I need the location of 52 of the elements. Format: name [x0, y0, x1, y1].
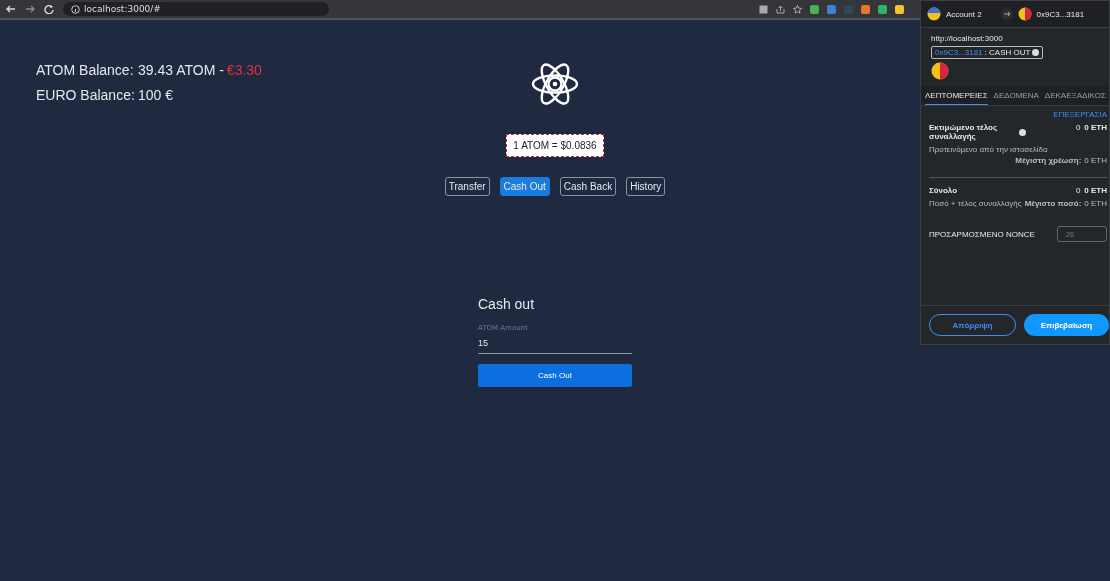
- max-value: 0 ETH: [1084, 199, 1107, 208]
- back-icon: [6, 4, 16, 14]
- share-icon: [776, 4, 785, 14]
- section-title: Σύνολο: [929, 186, 959, 195]
- nav-button[interactable]: Transfer: [444, 177, 490, 196]
- max-label: Μέγιστο ποσό:: [1024, 199, 1082, 208]
- reload-icon: [44, 4, 54, 14]
- info-icon: [71, 4, 80, 14]
- extension-icon[interactable]: [810, 4, 819, 14]
- account-avatar-icon: [927, 7, 941, 21]
- extension-icon[interactable]: [827, 4, 836, 14]
- wallet-tab[interactable]: ΔΕΚΑΕΞΑΔΙΚΟΣ: [1044, 86, 1106, 105]
- atom-icon: [531, 60, 579, 108]
- recipient-address[interactable]: 0x9C3...3181: [1036, 9, 1085, 19]
- token-avatar-icon: [931, 62, 949, 80]
- max-value: 0 ETH: [1084, 156, 1107, 165]
- fiat-amount: 0: [1075, 186, 1081, 195]
- nav-button[interactable]: Cash Back: [559, 177, 617, 196]
- fiat-amount: 0: [1075, 123, 1081, 134]
- star-icon: [793, 4, 802, 14]
- price-label: 1 ATOM = $0.0836: [506, 134, 604, 157]
- max-label: Μέγιστη χρέωση:: [1015, 156, 1082, 165]
- nonce-label: ΠΡΟΣΑΡΜΟΣΜΕΝΟ NONCE: [929, 229, 1035, 239]
- info-icon: [1032, 49, 1040, 56]
- wallet-tab[interactable]: ΔΕΔΟΜΕΝΑ: [993, 86, 1039, 105]
- extension-icon[interactable]: [861, 4, 870, 14]
- edit-link[interactable]: ΕΠΕΞΕΡΓΑΣΙΑ: [929, 110, 1107, 119]
- cash-out-button[interactable]: Cash Out: [478, 364, 632, 387]
- balance-euro-value: €3.30: [226, 62, 262, 78]
- nav-button[interactable]: History: [626, 177, 666, 196]
- balance-label: EURO Balance:: [36, 87, 136, 103]
- eth-amount: 0 ETH: [1084, 123, 1107, 134]
- section-note: Ποσό + τέλος συναλλαγής: [929, 199, 1022, 208]
- balance-value: 39.43 ATOM -: [138, 62, 224, 78]
- form-title: Cash out: [478, 296, 536, 312]
- forward-icon: [25, 4, 35, 14]
- arrow-right-icon: [1000, 8, 1013, 20]
- origin-url: http://localhost:3000: [931, 34, 1003, 43]
- eth-amount: 0 ETH: [1084, 186, 1107, 195]
- wallet-tab[interactable]: ΛΕΠΤΟΜΕΡΕΙΕΣ: [925, 86, 988, 105]
- amount-field[interactable]: 15: [478, 332, 632, 354]
- contract-address[interactable]: 0x9C3...3181: [935, 48, 983, 57]
- balance-label: ATOM Balance:: [36, 62, 135, 78]
- balance-value: 100 €: [138, 87, 174, 103]
- extension-icon[interactable]: [895, 4, 904, 14]
- nav-button[interactable]: Cash Out: [499, 177, 550, 196]
- extension-icon[interactable]: [878, 4, 887, 14]
- method-name: : CASH OUT: [984, 48, 1031, 57]
- section-note: Προτεινόμενο από την ιστοσελίδα: [929, 145, 1048, 154]
- section-title: Εκτιμώμενο τέλος συναλλαγής: [929, 123, 999, 141]
- account-name[interactable]: Account 2: [946, 9, 982, 19]
- recipient-avatar-icon: [1017, 7, 1032, 21]
